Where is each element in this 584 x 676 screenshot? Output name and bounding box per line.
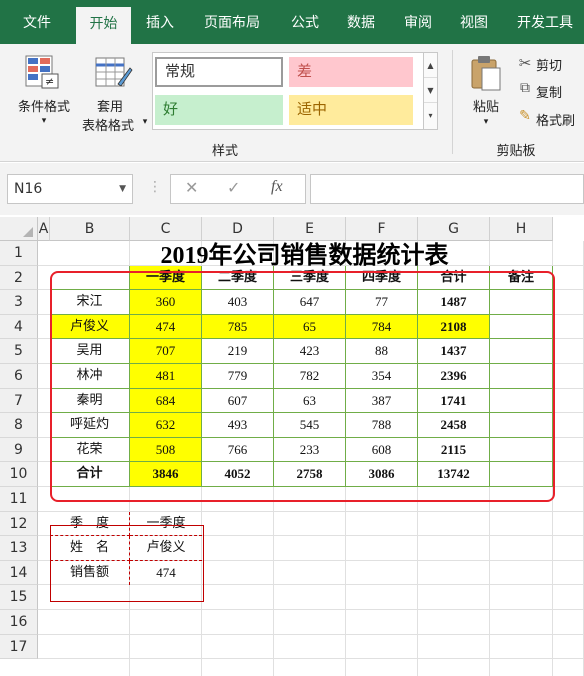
gallery-more-icon[interactable]: ▾	[424, 103, 437, 128]
cut-icon[interactable]: ✂	[514, 54, 536, 72]
chevron-down-icon[interactable]: ▼	[119, 175, 126, 203]
lookup-table-border	[50, 525, 204, 602]
row-header[interactable]: 5	[0, 339, 38, 364]
ribbon: ≠ 条件格式 ▾ 套用 表格格式 ▾ 常规 差 好 适中 ▲ ▼ ▾ 样式 粘贴…	[0, 44, 584, 162]
row-header[interactable]: 4	[0, 314, 38, 340]
row-header[interactable]: 12	[0, 511, 38, 537]
formula-buttons: ✕ ✓ fx	[170, 174, 306, 204]
gridline-horizontal	[38, 609, 584, 610]
column-header[interactable]: E	[274, 217, 346, 241]
enter-icon[interactable]: ✓	[227, 178, 240, 197]
column-header[interactable]: H	[490, 217, 553, 241]
styles-group-label: 样式	[211, 144, 238, 159]
row-header[interactable]: 15	[0, 585, 38, 610]
tab-developer[interactable]: 开发工具	[506, 0, 584, 44]
copy-icon[interactable]: ⧉	[514, 80, 536, 96]
column-header[interactable]: F	[346, 217, 418, 241]
style-gallery: 常规 差 好 适中 ▲ ▼ ▾	[152, 52, 438, 130]
table-format-label-2[interactable]: 表格格式	[74, 115, 142, 134]
row-header[interactable]: 17	[0, 634, 38, 660]
tab-formulas[interactable]: 公式	[280, 0, 330, 44]
scroll-up-icon[interactable]: ▲	[424, 53, 437, 78]
tab-home[interactable]: 开始	[76, 7, 131, 44]
drag-handle-icon[interactable]: ⋮	[148, 179, 162, 195]
row-header[interactable]: 14	[0, 560, 38, 586]
sales-table-border	[50, 271, 555, 502]
chevron-down-icon[interactable]: ▾	[140, 117, 150, 127]
chevron-down-icon[interactable]: ▾	[34, 116, 54, 126]
tab-review[interactable]: 审阅	[394, 0, 442, 44]
paste-icon[interactable]	[468, 54, 504, 92]
row-header[interactable]: 3	[0, 290, 38, 315]
table-format-icon[interactable]	[94, 54, 134, 92]
table-format-label-1[interactable]: 套用	[80, 96, 140, 115]
tab-file[interactable]: 文件	[8, 0, 66, 44]
chevron-down-icon[interactable]: ▾	[476, 117, 496, 127]
column-header[interactable]: G	[418, 217, 490, 241]
conditional-format-icon[interactable]: ≠	[24, 54, 62, 92]
cancel-icon[interactable]: ✕	[185, 178, 198, 197]
gridline-horizontal	[38, 658, 584, 660]
column-header[interactable]: C	[130, 217, 202, 241]
tab-data[interactable]: 数据	[336, 0, 386, 44]
copy-label[interactable]: 复制	[536, 82, 576, 101]
row-header[interactable]: 13	[0, 536, 38, 561]
menu-bar: 文件 开始 插入 页面布局 公式 数据 审阅 视图 开发工具	[0, 0, 584, 44]
format-painter-label[interactable]: 格式刷	[536, 110, 584, 129]
row-header[interactable]: 7	[0, 388, 38, 414]
gallery-scrollbar[interactable]: ▲ ▼ ▾	[423, 53, 437, 129]
scroll-down-icon[interactable]: ▼	[424, 78, 437, 103]
formula-input[interactable]	[310, 174, 584, 204]
format-painter-icon[interactable]: ✎	[514, 108, 536, 124]
select-all-corner[interactable]	[0, 217, 38, 241]
row-header[interactable]: 9	[0, 437, 38, 463]
name-box-value: N16	[14, 181, 43, 197]
column-header[interactable]: B	[50, 217, 130, 241]
tab-insert[interactable]: 插入	[136, 0, 184, 44]
row-header[interactable]: 1	[0, 241, 38, 266]
gridline-horizontal	[38, 633, 584, 635]
row-header[interactable]: 16	[0, 610, 38, 635]
svg-text:≠: ≠	[45, 75, 54, 88]
row-header[interactable]: 8	[0, 413, 38, 438]
paste-label[interactable]: 粘贴	[464, 96, 508, 115]
column-header[interactable]: A	[38, 217, 50, 241]
tab-page-layout[interactable]: 页面布局	[192, 0, 272, 44]
row-header[interactable]: 10	[0, 462, 38, 487]
row-header[interactable]: 6	[0, 364, 38, 389]
name-box[interactable]: N16 ▼	[7, 174, 133, 204]
column-header[interactable]: D	[202, 217, 274, 241]
formula-bar-area: N16 ▼ ⋮ ✕ ✓ fx	[0, 163, 584, 215]
group-divider	[452, 50, 453, 154]
insert-function-button[interactable]: fx	[271, 178, 283, 196]
style-normal[interactable]: 常规	[155, 57, 283, 87]
style-good[interactable]: 好	[155, 95, 283, 125]
conditional-format-label[interactable]: 条件格式	[6, 96, 82, 115]
row-header[interactable]: 2	[0, 265, 38, 291]
row-header[interactable]: 11	[0, 487, 38, 512]
clipboard-group-label: 剪贴板	[496, 144, 536, 159]
worksheet[interactable]: A B C D E F G H 1 2 3 4 5 6 7 8 9 10 11 12 13 14 15 16 17 2019年公司…	[0, 217, 584, 676]
style-neutral[interactable]: 适中	[289, 95, 413, 125]
tab-view[interactable]: 视图	[450, 0, 498, 44]
cut-label[interactable]: 剪切	[536, 55, 576, 74]
style-bad[interactable]: 差	[289, 57, 413, 87]
